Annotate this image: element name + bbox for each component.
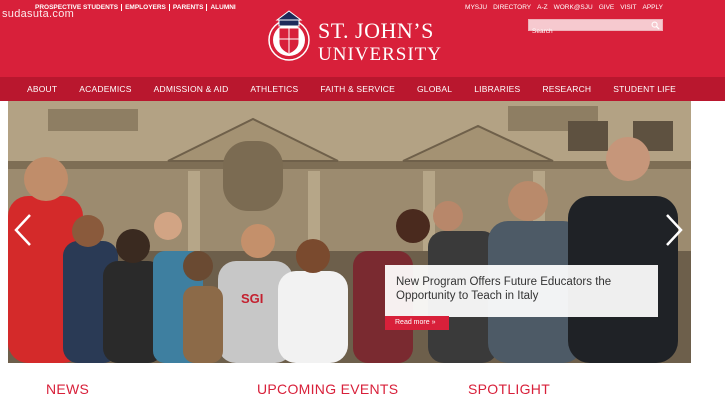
hero-slide-image: SGI — [8, 101, 691, 363]
link-alumni[interactable]: ALUMNI — [207, 4, 238, 11]
nav-academics[interactable]: ACADEMICS — [79, 77, 131, 101]
utility-links: MYSJU DIRECTORY A-Z WORK@SJU GIVE VISIT … — [459, 4, 663, 11]
nav-research[interactable]: RESEARCH — [542, 77, 591, 101]
main-nav: ABOUT ACADEMICS ADMISSION & AID ATHLETIC… — [0, 77, 725, 101]
university-logo[interactable]: ST. JOHN’S UNIVERSITY — [268, 8, 442, 66]
link-directory[interactable]: DIRECTORY — [493, 4, 531, 11]
slide-caption-title[interactable]: New Program Offers Future Educators the … — [396, 275, 651, 303]
search-input[interactable] — [529, 26, 649, 37]
watermark: sudasuta.com — [2, 8, 75, 20]
link-work-at-sju[interactable]: WORK@SJU — [554, 4, 593, 11]
link-visit[interactable]: VISIT — [620, 4, 636, 11]
search-box — [528, 19, 663, 37]
upcoming-events-heading[interactable]: UPCOMING EVENTS — [257, 381, 398, 397]
spotlight-heading[interactable]: SPOTLIGHT — [468, 381, 550, 397]
link-apply[interactable]: APPLY — [643, 4, 663, 11]
nav-about[interactable]: ABOUT — [27, 77, 57, 101]
nav-admission-aid[interactable]: ADMISSION & AID — [154, 77, 229, 101]
logo-wordmark-line1: ST. JOHN’S — [318, 18, 434, 43]
nav-libraries[interactable]: LIBRARIES — [474, 77, 520, 101]
nav-global[interactable]: GLOBAL — [417, 77, 452, 101]
link-parents[interactable]: PARENTS — [170, 4, 208, 11]
university-seal-icon — [268, 10, 310, 61]
nav-student-life[interactable]: STUDENT LIFE — [613, 77, 676, 101]
slide-caption: New Program Offers Future Educators the … — [385, 265, 658, 317]
news-heading[interactable]: NEWS — [46, 381, 89, 397]
link-give[interactable]: GIVE — [599, 4, 615, 11]
nav-faith-service[interactable]: FAITH & SERVICE — [320, 77, 395, 101]
search-icon[interactable] — [651, 21, 660, 30]
link-mysju[interactable]: MYSJU — [465, 4, 487, 11]
nav-athletics[interactable]: ATHLETICS — [250, 77, 298, 101]
shirt-text: SGI — [241, 291, 263, 306]
logo-wordmark-line2: UNIVERSITY — [318, 44, 442, 65]
link-employers[interactable]: EMPLOYERS — [122, 4, 170, 11]
link-a-z[interactable]: A-Z — [537, 4, 547, 11]
slider-next-arrow-icon[interactable] — [664, 213, 684, 247]
site-header: PROSPECTIVE STUDENTS EMPLOYERS PARENTS A… — [0, 0, 725, 77]
read-more-button[interactable]: Read more » — [385, 316, 449, 330]
slider-prev-arrow-icon[interactable] — [13, 213, 33, 247]
hero-photo: SGI — [8, 101, 691, 363]
